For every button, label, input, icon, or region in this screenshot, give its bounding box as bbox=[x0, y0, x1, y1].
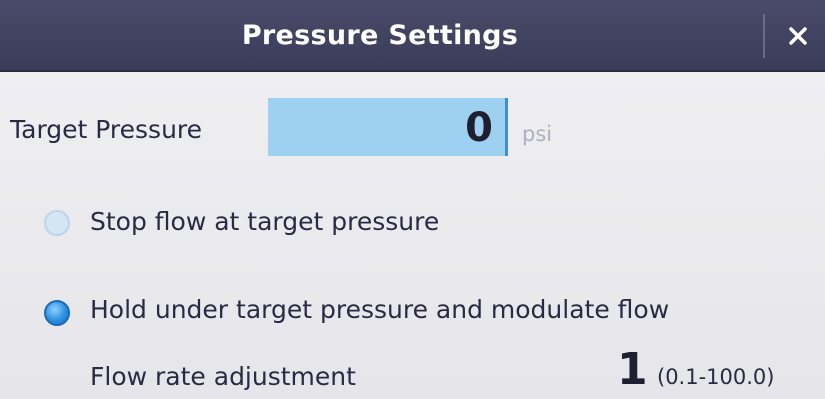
stop-flow-label[interactable]: Stop flow at target pressure bbox=[90, 207, 439, 236]
dialog-title: Pressure Settings bbox=[241, 20, 519, 51]
target-pressure-value: 0 bbox=[465, 105, 493, 151]
dialog-titlebar: Pressure Settings bbox=[0, 0, 825, 72]
target-pressure-unit: psi bbox=[522, 122, 553, 146]
target-pressure-input[interactable]: 0 bbox=[268, 98, 508, 156]
hold-modulate-radio[interactable] bbox=[44, 300, 70, 326]
pressure-settings-dialog: Pressure Settings Target Pressure 0 psi … bbox=[0, 0, 825, 399]
flow-rate-value[interactable]: 1 bbox=[617, 344, 648, 395]
titlebar-separator bbox=[763, 14, 765, 58]
flow-rate-label: Flow rate adjustment bbox=[90, 362, 356, 391]
close-button[interactable] bbox=[770, 0, 825, 72]
target-pressure-label: Target Pressure bbox=[10, 115, 203, 144]
flow-rate-range: (0.1-100.0) bbox=[657, 365, 775, 389]
close-icon bbox=[788, 27, 807, 45]
hold-modulate-label[interactable]: Hold under target pressure and modulate … bbox=[90, 295, 669, 324]
stop-flow-radio[interactable] bbox=[44, 210, 70, 236]
